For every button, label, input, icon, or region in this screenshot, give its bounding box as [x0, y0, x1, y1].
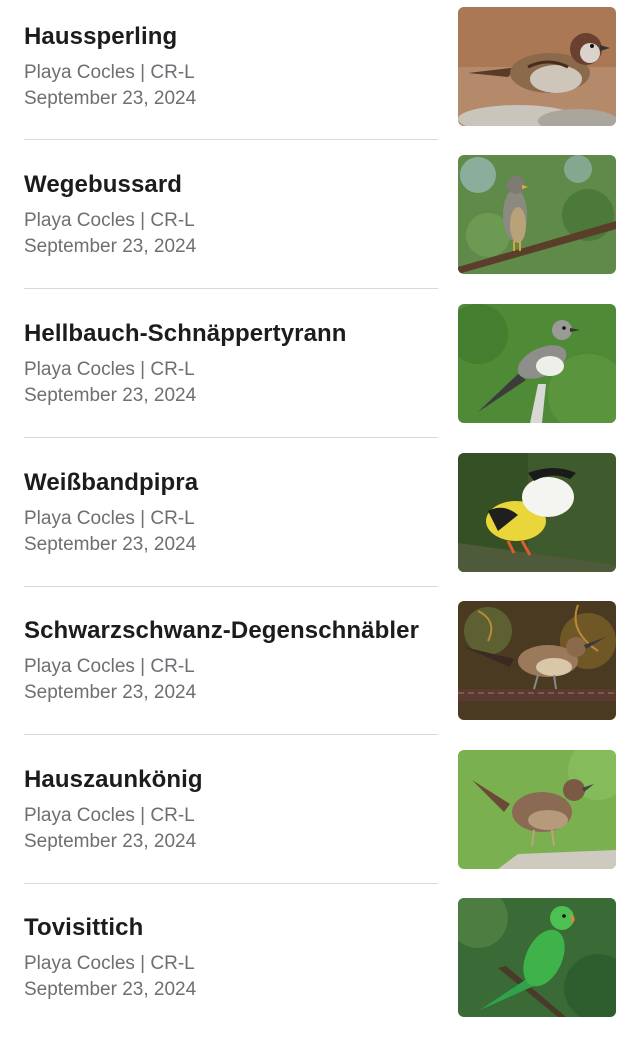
- species-name: Schwarzschwanz-Degenschnäbler: [24, 617, 420, 644]
- sighting-row[interactable]: Tovisittich Playa Cocles | CR-L Septembe…: [0, 891, 639, 1039]
- thrush-photo[interactable]: [458, 601, 616, 720]
- sighting-date: September 23, 2024: [24, 236, 197, 257]
- flycatcher-photo[interactable]: [458, 304, 616, 423]
- sighting-location: Playa Cocles | CR-L: [24, 805, 195, 826]
- sighting-date: September 23, 2024: [24, 534, 197, 555]
- parakeet-photo[interactable]: [458, 898, 616, 1017]
- species-name: Wegebussard: [24, 171, 183, 198]
- sighting-row[interactable]: Haussperling Playa Cocles | CR-L Septemb…: [0, 0, 639, 148]
- sighting-date: September 23, 2024: [24, 385, 197, 406]
- row-divider: [24, 883, 438, 884]
- sighting-date: September 23, 2024: [24, 682, 197, 703]
- row-divider: [24, 734, 438, 735]
- sighting-location: Playa Cocles | CR-L: [24, 953, 195, 974]
- sighting-location: Playa Cocles | CR-L: [24, 508, 195, 529]
- sighting-location: Playa Cocles | CR-L: [24, 210, 195, 231]
- sighting-row[interactable]: Weißbandpipra Playa Cocles | CR-L Septem…: [0, 446, 639, 594]
- sighting-location: Playa Cocles | CR-L: [24, 656, 195, 677]
- sighting-row[interactable]: Hauszaunkönig Playa Cocles | CR-L Septem…: [0, 743, 639, 891]
- sighting-location: Playa Cocles | CR-L: [24, 359, 195, 380]
- row-divider: [24, 437, 438, 438]
- sighting-row[interactable]: Schwarzschwanz-Degenschnäbler Playa Cocl…: [0, 594, 639, 742]
- sighting-location: Playa Cocles | CR-L: [24, 62, 195, 83]
- sighting-date: September 23, 2024: [24, 979, 197, 1000]
- house-wren-photo[interactable]: [458, 750, 616, 869]
- species-name: Haussperling: [24, 23, 178, 50]
- species-name: Weißbandpipra: [24, 469, 199, 496]
- row-divider: [24, 288, 438, 289]
- species-name: Hellbauch-Schnäppertyrann: [24, 320, 347, 347]
- row-divider: [24, 586, 438, 587]
- row-divider: [24, 139, 438, 140]
- species-name: Hauszaunkönig: [24, 766, 203, 793]
- sighting-row[interactable]: Wegebussard Playa Cocles | CR-L Septembe…: [0, 148, 639, 296]
- sighting-date: September 23, 2024: [24, 88, 197, 109]
- house-sparrow-photo[interactable]: [458, 7, 616, 126]
- sighting-date: September 23, 2024: [24, 831, 197, 852]
- manakin-photo[interactable]: [458, 453, 616, 572]
- roadside-hawk-photo[interactable]: [458, 155, 616, 274]
- species-name: Tovisittich: [24, 914, 144, 941]
- sighting-row[interactable]: Hellbauch-Schnäppertyrann Playa Cocles |…: [0, 297, 639, 445]
